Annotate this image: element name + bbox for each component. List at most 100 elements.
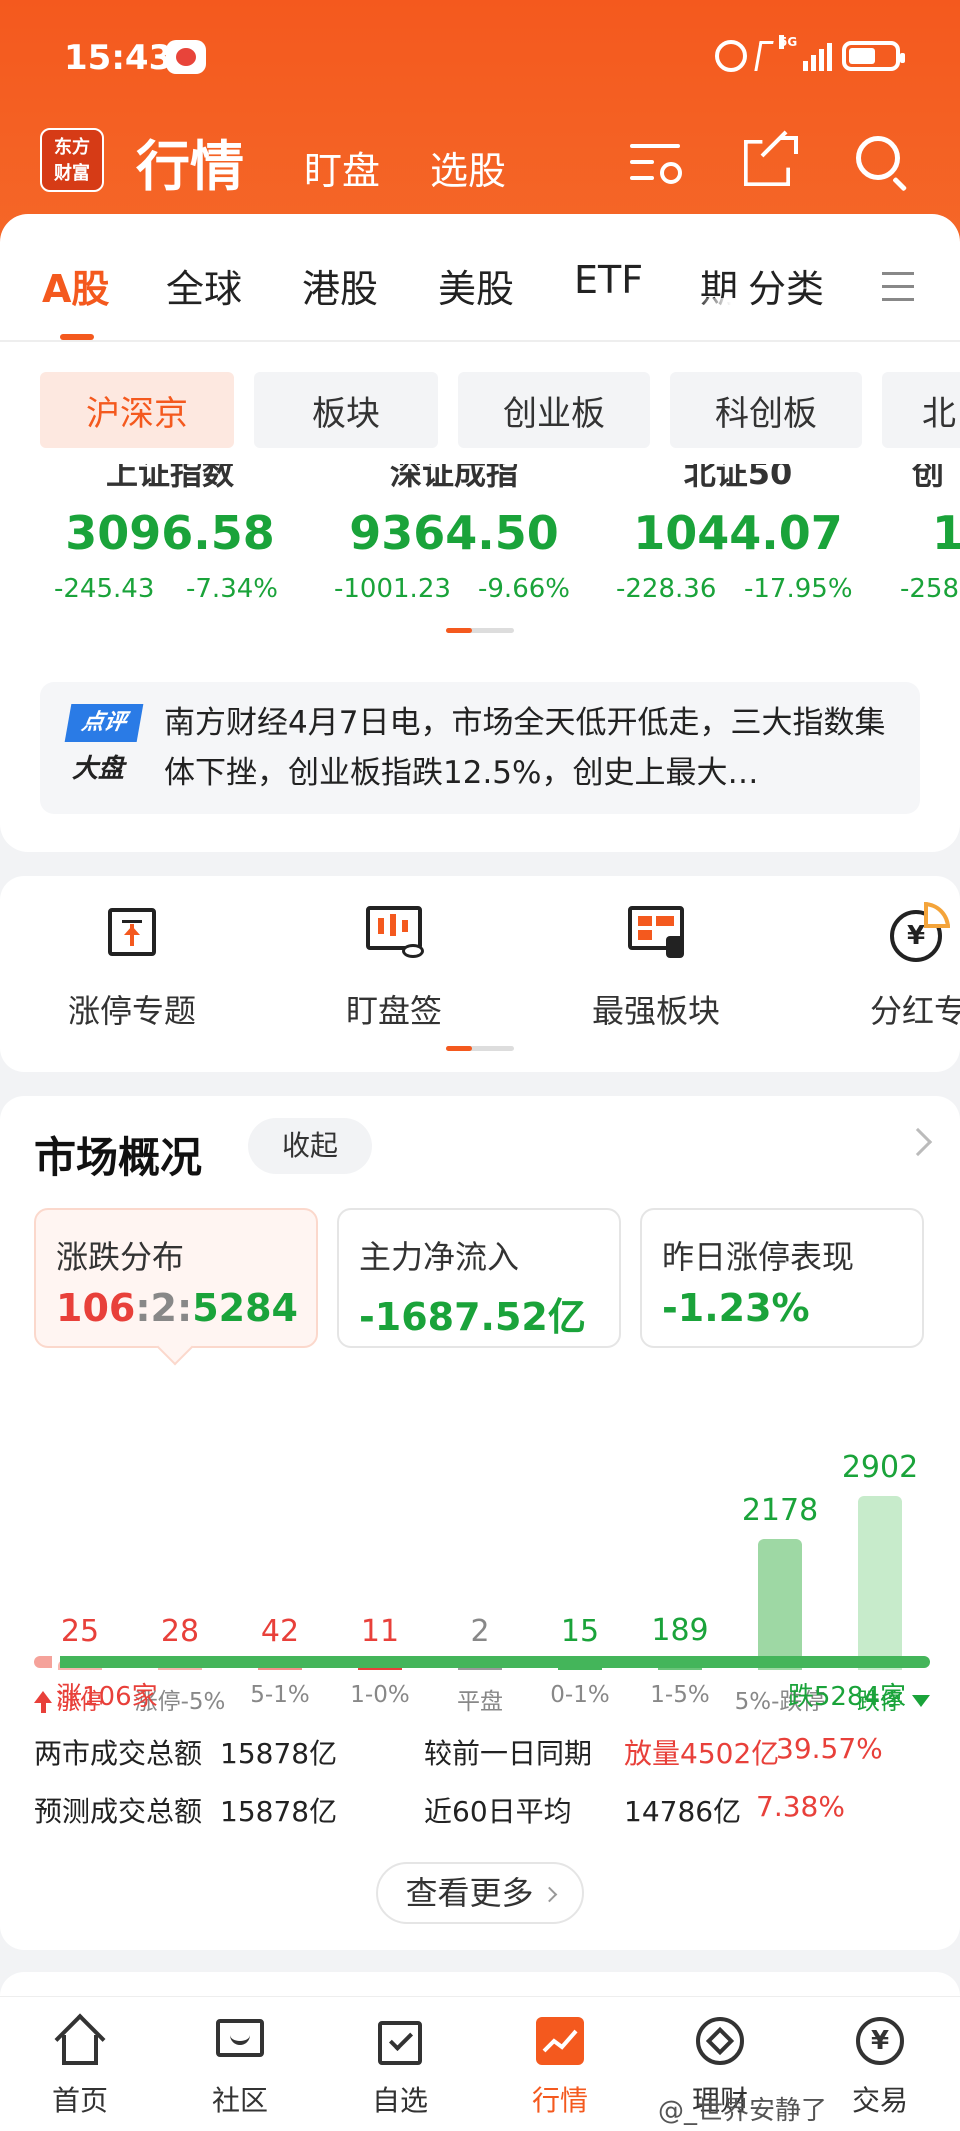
bluetooth-icon xyxy=(754,41,774,71)
index-name: 深证成指 xyxy=(389,464,519,492)
index-pager xyxy=(446,628,514,633)
battery-icon xyxy=(842,41,905,71)
tool-strongest-sector[interactable]: 最强板块 xyxy=(556,876,756,1072)
candlestick-eye-icon xyxy=(364,902,424,962)
bar-count: 28 xyxy=(160,1614,200,1649)
share-icon[interactable] xyxy=(740,130,800,192)
sector-thumb-icon xyxy=(626,902,686,962)
tab-fade xyxy=(696,298,746,362)
news-badge: 点评 大盘 xyxy=(64,704,146,788)
nav-community[interactable]: 社区 xyxy=(160,1997,320,2131)
alarm-icon xyxy=(715,40,747,72)
nav-watchlist[interactable]: 自选 xyxy=(320,1997,480,2131)
tool-limit-up[interactable]: 涨停专题 xyxy=(32,876,232,1072)
divider xyxy=(0,340,960,342)
trade-value: 15878亿 xyxy=(220,1737,338,1770)
index-cards: 上证指数 3096.58 -245.43 -7.34% 深证成指 9364.50… xyxy=(0,464,960,614)
tools-card: 涨停专题 盯盘签 最强板块 ¥ 分红专题 xyxy=(0,876,960,1072)
news-card[interactable]: 点评 大盘 南方财经4月7日电，市场全天低开低走，三大指数集体下挫，创业板指跌1… xyxy=(40,682,920,814)
trade-pct: 7.38% xyxy=(756,1790,845,1823)
news-badge-top: 点评 xyxy=(64,704,144,742)
bar-count: 11 xyxy=(360,1614,400,1649)
tab-global[interactable]: 全球 xyxy=(166,258,242,313)
subtab-star[interactable]: 科创板 xyxy=(670,372,862,448)
yuan-coin-icon: ¥ xyxy=(888,902,950,962)
subtab-sz-sh-bj[interactable]: 沪深京 xyxy=(40,372,234,448)
nav-market[interactable]: 行情 xyxy=(480,1997,640,2131)
subtab-chinext[interactable]: 创业板 xyxy=(458,372,650,448)
down-total: 跌5284家 xyxy=(788,1676,930,1713)
rise-fall-ratio-bar xyxy=(34,1656,930,1668)
bar-count: 42 xyxy=(260,1614,300,1649)
index-change: -245.43 xyxy=(54,574,155,604)
watermark: @_世界安静了 xyxy=(658,2096,828,2126)
trade-pct: 39.57% xyxy=(776,1732,883,1765)
index-change: -228.36 xyxy=(616,574,717,604)
weibo-icon xyxy=(166,40,206,74)
stat-rise-fall[interactable]: 涨跌分布 106:2:5284 xyxy=(34,1208,318,1348)
ratio-up-segment xyxy=(34,1656,52,1668)
news-text: 南方财经4月7日电，市场全天低开低走，三大指数集体下挫，创业板指跌12.5%，创… xyxy=(164,705,886,791)
trade-summary: 两市成交总额 15878亿 较前一日同期 放量4502亿 39.57% 预测成交… xyxy=(34,1732,930,1852)
header-title[interactable]: 行情 xyxy=(136,122,244,201)
index-card[interactable]: 上证指数 3096.58 -245.43 -7.34% xyxy=(30,464,310,614)
checklist-icon xyxy=(374,2015,426,2067)
index-card[interactable]: 创 18 -258 xyxy=(880,464,960,614)
trade-label: 近60日平均 xyxy=(424,1795,572,1828)
search-icon[interactable] xyxy=(852,132,912,192)
subtab-beijing[interactable]: 北 xyxy=(882,372,960,448)
tab-a-shares[interactable]: A股 xyxy=(42,258,109,313)
index-change: -1001.23 xyxy=(334,574,451,604)
index-pct: -9.66% xyxy=(478,574,570,604)
market-overview-card: 市场概况 收起 涨跌分布 106:2:5284 主力净流入 -1687.52亿 … xyxy=(0,1096,960,1950)
app-logo[interactable]: 东方 财富 xyxy=(40,128,104,192)
collapse-button[interactable]: 收起 xyxy=(248,1118,372,1174)
status-time: 15:43 xyxy=(64,38,173,78)
index-pct: -17.95% xyxy=(744,574,853,604)
index-card[interactable]: 北证50 1044.07 -228.36 -17.95% xyxy=(598,464,878,614)
nav-home[interactable]: 首页 xyxy=(0,1997,160,2131)
app-header: 东方 财富 行情 盯盘 选股 xyxy=(0,118,960,218)
market-tabs: A股 全球 港股 美股 ETF 期 分类 xyxy=(0,258,960,362)
subtab-sector[interactable]: 板块 xyxy=(254,372,438,448)
market-chart-icon xyxy=(534,2015,586,2067)
index-value: 18 xyxy=(932,506,960,560)
nav-watch[interactable]: 盯盘 xyxy=(304,140,380,195)
signal-icon: 5G xyxy=(779,35,832,71)
network-type: 5G xyxy=(779,35,798,49)
index-name: 北证50 xyxy=(683,464,793,492)
flat-count: 2 xyxy=(150,1286,177,1330)
bar-count: 189 xyxy=(651,1613,709,1648)
bar-count: 2902 xyxy=(841,1450,919,1485)
market-card: A股 全球 港股 美股 ETF 期 分类 沪深京 板块 创业板 科创板 北 上证… xyxy=(0,214,960,852)
tool-dividend[interactable]: ¥ 分红专题 xyxy=(818,876,960,1072)
stat-main-inflow[interactable]: 主力净流入 -1687.52亿 xyxy=(337,1208,621,1348)
up-total: 涨106家 xyxy=(34,1676,158,1713)
tab-etf[interactable]: ETF xyxy=(574,258,643,302)
tools-pager xyxy=(446,1046,514,1051)
ratio-down-segment xyxy=(60,1656,930,1668)
tab-us[interactable]: 美股 xyxy=(438,258,514,313)
index-value: 9364.50 xyxy=(349,506,559,560)
view-more-button[interactable]: 查看更多 xyxy=(376,1862,584,1924)
tool-watch-sign[interactable]: 盯盘签 xyxy=(294,876,494,1072)
nav-stock-picker[interactable]: 选股 xyxy=(430,140,506,195)
tab-hk[interactable]: 港股 xyxy=(302,258,378,313)
chevron-right-icon[interactable] xyxy=(903,1127,933,1157)
index-name: 创 xyxy=(912,464,945,492)
menu-icon[interactable] xyxy=(882,272,914,302)
bar-count: 25 xyxy=(60,1614,100,1649)
logo-line2: 财富 xyxy=(54,163,90,184)
separator: : xyxy=(135,1286,151,1330)
index-card[interactable]: 深证成指 9364.50 -1001.23 -9.66% xyxy=(312,464,596,614)
tool-label: 分红专题 xyxy=(870,992,960,1030)
bar-8 xyxy=(858,1496,902,1670)
tab-category[interactable]: 分类 xyxy=(748,258,824,313)
index-pct: -7.34% xyxy=(186,574,278,604)
filter-settings-icon[interactable] xyxy=(626,132,686,192)
up-count: 106 xyxy=(56,1286,136,1330)
stat-yesterday-limit[interactable]: 昨日涨停表现 -1.23% xyxy=(640,1208,924,1348)
index-name: 上证指数 xyxy=(105,464,235,492)
stat-value: -1687.52亿 xyxy=(359,1295,586,1339)
news-badge-bottom: 大盘 xyxy=(72,754,125,784)
